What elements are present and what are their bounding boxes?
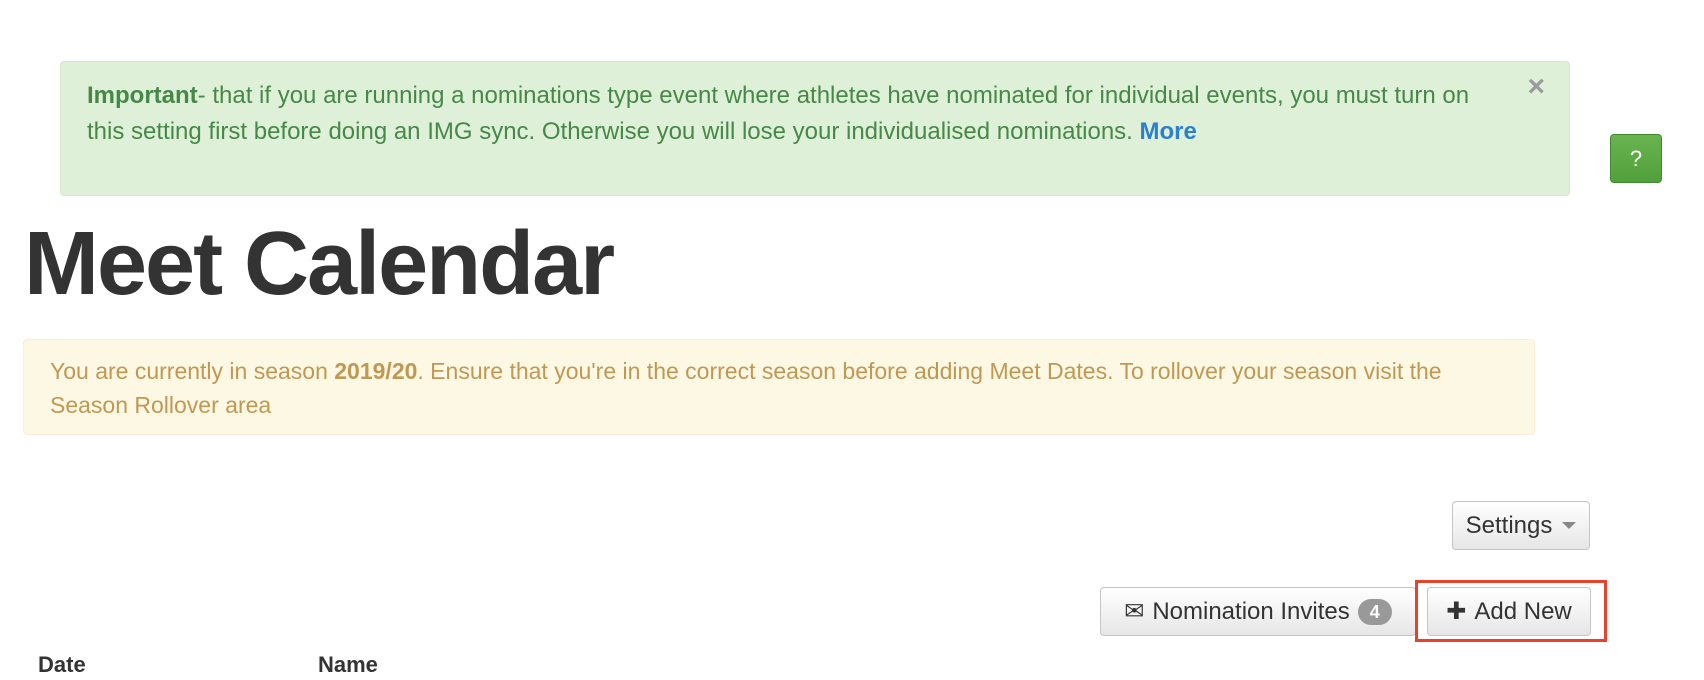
plus-icon: ✚	[1446, 598, 1467, 625]
nomination-invites-label: Nomination Invites	[1152, 597, 1350, 625]
close-icon[interactable]: ×	[1527, 72, 1545, 102]
settings-label: Settings	[1465, 511, 1553, 539]
more-link[interactable]: More	[1140, 118, 1197, 145]
season-value: 2019/20	[334, 358, 418, 384]
add-new-button[interactable]: ✚ Add New	[1427, 587, 1591, 636]
invites-count-badge: 4	[1357, 598, 1392, 625]
nomination-invites-button[interactable]: ✉ Nomination Invites 4	[1100, 587, 1416, 636]
column-header-date[interactable]: Date	[38, 652, 86, 678]
settings-dropdown-button[interactable]: Settings	[1452, 501, 1590, 550]
season-warning-prefix: You are currently in season	[50, 358, 335, 384]
caret-down-icon	[1562, 522, 1577, 529]
notice-strong: Important	[87, 82, 198, 109]
page-title: Meet Calendar	[24, 214, 615, 314]
notice-text: - that if you are running a nominations …	[87, 82, 1470, 145]
envelope-icon: ✉	[1124, 598, 1145, 625]
important-notice: Important- that if you are running a nom…	[60, 61, 1570, 196]
help-button[interactable]: ?	[1610, 134, 1662, 183]
column-header-name[interactable]: Name	[318, 652, 378, 678]
add-new-label: Add New	[1474, 597, 1572, 625]
season-warning: You are currently in season 2019/20. Ens…	[23, 339, 1535, 435]
